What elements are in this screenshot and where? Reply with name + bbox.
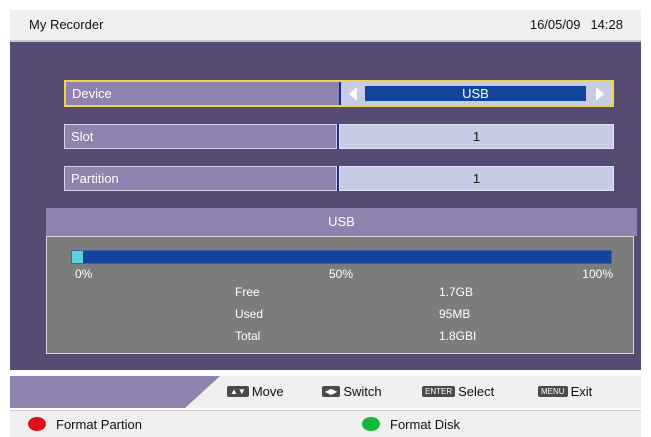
left-right-key-icon: ◀▶	[322, 386, 341, 397]
hint-move: ▲▼ Move	[227, 384, 284, 399]
hint-switch: ◀▶ Switch	[322, 384, 382, 399]
hint-select-label: Select	[458, 384, 495, 399]
setting-value-device: USB	[365, 86, 586, 101]
stat-total-label: Total	[235, 329, 261, 343]
usage-bar-fill	[72, 251, 83, 263]
stat-used-value: 95MB	[439, 307, 471, 321]
color-button-bar: Format Partion Format Disk	[10, 410, 641, 437]
stat-free-label: Free	[235, 285, 260, 299]
scale-mid-label: 50%	[329, 267, 354, 281]
scale-min-label: 0%	[75, 267, 93, 281]
format-partition-label[interactable]: Format Partion	[56, 417, 142, 432]
setting-value-slot[interactable]: 1	[339, 124, 614, 149]
menu-key-icon: MENU	[538, 386, 568, 397]
scale-max-label: 100%	[582, 267, 613, 281]
arrow-right-icon[interactable]	[596, 87, 604, 101]
stat-used-label: Used	[235, 307, 264, 321]
setting-label-slot: Slot	[64, 124, 337, 149]
app-title: My Recorder	[29, 17, 104, 32]
setting-value-partition[interactable]: 1	[339, 166, 614, 191]
stat-free-value: 1.7GB	[439, 285, 474, 299]
hint-exit: MENU Exit	[538, 384, 592, 399]
setting-label-device: Device	[66, 82, 339, 105]
datetime: 16/05/09 14:28	[530, 17, 623, 32]
hint-bar: ▲▼ Move ◀▶ Switch ENTER Select MENU Exit	[10, 376, 641, 408]
hint-bar-accent	[10, 376, 220, 408]
setting-label-partition: Partition	[64, 166, 337, 191]
setting-row-slot[interactable]: Slot 1	[64, 124, 614, 149]
red-button-icon[interactable]	[28, 417, 46, 431]
hint-switch-label: Switch	[343, 384, 382, 399]
setting-row-partition[interactable]: Partition 1	[64, 166, 614, 191]
hint-select: ENTER Select	[422, 384, 494, 399]
green-button-icon[interactable]	[362, 417, 380, 431]
enter-key-icon: ENTER	[422, 386, 456, 397]
usage-bar	[71, 250, 612, 264]
time-text: 14:28	[590, 17, 623, 32]
hint-exit-label: Exit	[570, 384, 593, 399]
hint-move-label: Move	[251, 384, 284, 399]
setting-row-device[interactable]: Device USB	[64, 80, 614, 107]
title-bar: My Recorder 16/05/09 14:28	[10, 10, 641, 42]
stat-total-value: 1.8GBI	[439, 329, 477, 343]
date-text: 16/05/09	[529, 17, 581, 32]
format-disk-label[interactable]: Format Disk	[390, 417, 460, 432]
arrow-left-icon[interactable]	[349, 87, 357, 101]
storage-title: USB	[46, 208, 637, 236]
storage-panel: 0% 50% 100% Free 1.7GB Used 95MB Total 1…	[46, 236, 634, 354]
device-selector[interactable]: USB	[341, 82, 612, 105]
up-down-key-icon: ▲▼	[227, 386, 249, 397]
